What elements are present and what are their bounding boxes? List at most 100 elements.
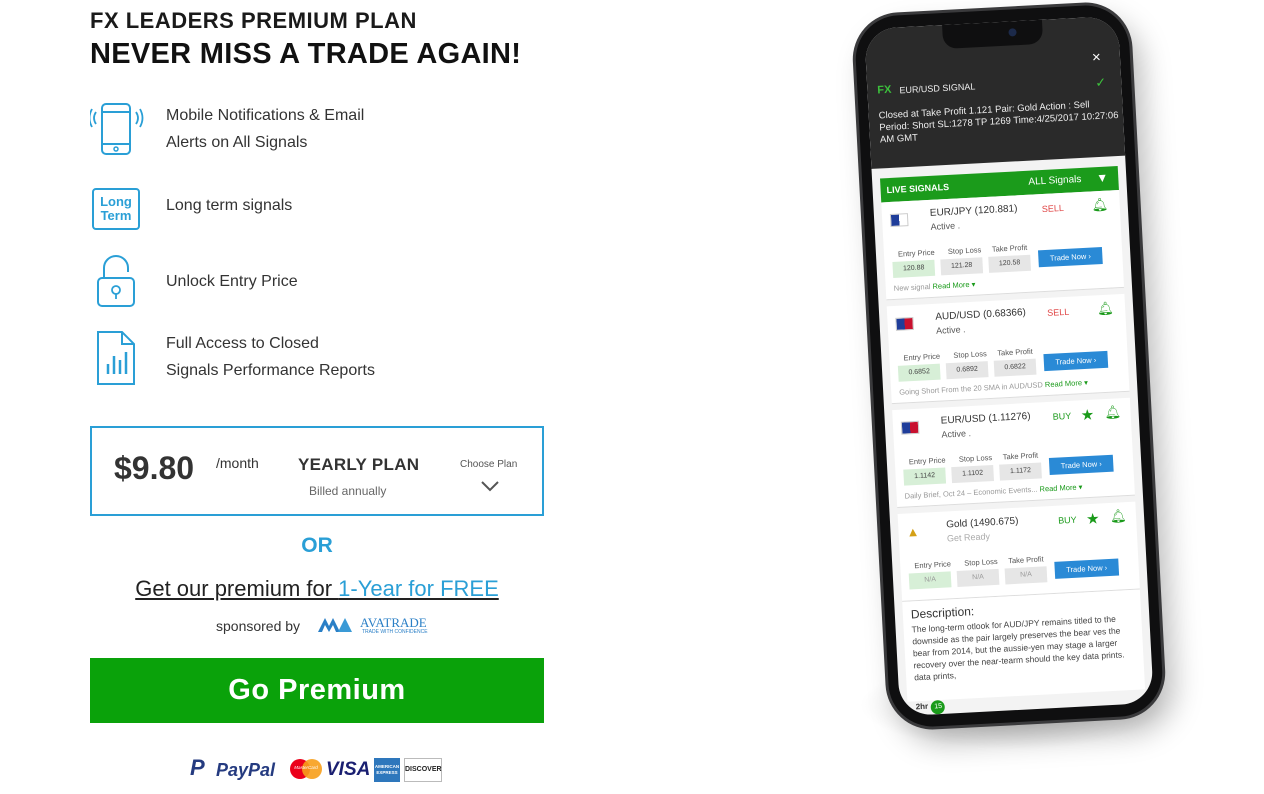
signal-pair: AUD/USD (0.68366) xyxy=(935,307,1027,323)
filter-icon[interactable]: ▼ xyxy=(1096,171,1109,186)
take-value: 120.58 xyxy=(988,254,1032,273)
take-value: N/A xyxy=(1004,566,1048,585)
mastercard-logo: MasterCard xyxy=(290,759,322,779)
feature-line: Full Access to Closed xyxy=(166,335,319,352)
long-term-icon-text: Long xyxy=(100,194,132,209)
entry-value: N/A xyxy=(908,571,952,590)
stop-value: 1.1102 xyxy=(951,464,994,484)
signal-status: Active . xyxy=(935,324,966,336)
price-period: /month xyxy=(216,455,259,471)
entry-value: 1.1142 xyxy=(903,467,947,486)
discover-logo: DISCOVER xyxy=(404,758,442,782)
signal-card[interactable]: EUR/JPY (120.881) Active . SELL 🔔︎ Entry… xyxy=(881,190,1125,301)
trade-now-button[interactable]: Trade Now › xyxy=(1043,350,1109,372)
signal-note: New signal Read More ▾ xyxy=(893,279,976,293)
unlock-icon xyxy=(97,255,135,307)
feature-unlock-entry: Unlock Entry Price xyxy=(90,254,510,314)
amex-logo: AMERICAN EXPRESS xyxy=(374,758,400,782)
long-term-icon: Long Term xyxy=(92,188,140,230)
paypal-label: PayPal xyxy=(216,760,276,780)
free-highlight: 1-Year for FREE xyxy=(338,576,499,601)
avatrade-logo[interactable]: AVATRADE TRADE WITH CONFIDENCE xyxy=(316,614,428,638)
or-divider: OR xyxy=(301,534,333,557)
gold-icon: ▲ xyxy=(906,523,920,540)
read-more-link[interactable]: Read More ▾ xyxy=(932,280,975,291)
discover-label: DISCOVER xyxy=(405,766,442,773)
free-year-link[interactable]: Get our premium for 1-Year for FREE xyxy=(90,576,544,602)
close-icon[interactable]: × xyxy=(1092,49,1102,66)
entry-value: 120.88 xyxy=(892,259,936,278)
all-signals-link[interactable]: ALL Signals xyxy=(1028,174,1082,188)
plan-name: YEARLY PLAN xyxy=(298,455,420,474)
feature-reports: Full Access to Closed Signals Performanc… xyxy=(90,330,510,390)
entry-label: Entry Price xyxy=(914,559,952,571)
trade-now-button[interactable]: Trade Now › xyxy=(1048,454,1114,476)
bell-icon[interactable]: 🔔︎ xyxy=(1110,508,1127,525)
check-icon: ✓ xyxy=(1094,74,1107,91)
mobile-phone-icon xyxy=(90,103,144,155)
take-label: Take Profit xyxy=(991,242,1028,254)
signal-side: SELL xyxy=(1041,202,1065,215)
fx-logo: FX xyxy=(877,83,892,97)
live-signals-label: LIVE SIGNALS xyxy=(886,181,950,196)
signal-pair: EUR/JPY (120.881) xyxy=(929,203,1018,219)
eurusd-flag-icon xyxy=(900,420,920,435)
star-icon[interactable]: ★ xyxy=(1086,509,1100,528)
bell-icon[interactable]: 🔔︎ xyxy=(1104,404,1121,421)
feature-text: Mobile Notifications & Email Alerts on A… xyxy=(166,102,364,156)
stop-label: Stop Loss xyxy=(953,349,987,360)
signal-description: Description: The long-term otlook for AU… xyxy=(902,589,1146,702)
stop-value: N/A xyxy=(956,568,1000,587)
star-icon[interactable]: ★ xyxy=(1080,406,1094,425)
take-value: 1.1172 xyxy=(999,462,1042,481)
bell-icon[interactable]: 🔔︎ xyxy=(1091,197,1108,214)
read-more-link[interactable]: Read More ▾ xyxy=(1039,482,1082,493)
signal-message: Closed at Take Profit 1.121 Pair: Gold A… xyxy=(878,99,1119,146)
signal-card[interactable]: EUR/USD (1.11276) Active . BUY ★ 🔔︎ Entr… xyxy=(892,397,1135,509)
choose-plan-label[interactable]: Choose Plan xyxy=(460,459,517,470)
take-value: 0.6822 xyxy=(993,358,1037,377)
feature-text: Unlock Entry Price xyxy=(166,273,298,290)
signal-note: Daily Brief, Oct 24 – Economic Events...… xyxy=(904,482,1083,501)
stop-value: 121.28 xyxy=(940,257,984,276)
sponsored-by-label: sponsored by xyxy=(216,618,301,634)
camera-icon xyxy=(1008,28,1017,37)
read-more-link[interactable]: Read More ▾ xyxy=(1045,378,1088,389)
signal-side: BUY xyxy=(1052,410,1072,422)
signal-card[interactable]: ▲ Gold (1490.675) Get Ready BUY ★ 🔔︎ Ent… xyxy=(897,501,1140,602)
take-label: Take Profit xyxy=(1002,450,1039,462)
feature-line: Signals Performance Reports xyxy=(166,362,375,379)
description-body: The long-term otlook for AUD/JPY remains… xyxy=(911,613,1125,683)
phone-frame: FX EUR/USD SIGNAL × ✓ Closed at Take Pro… xyxy=(853,3,1165,729)
phone-screen: FX EUR/USD SIGNAL × ✓ Closed at Take Pro… xyxy=(864,15,1154,717)
premium-plan-panel: FX LEADERS PREMIUM PLAN NEVER MISS A TRA… xyxy=(90,0,550,794)
bell-icon[interactable]: 🔔︎ xyxy=(1097,300,1114,317)
eurjpy-flag-icon xyxy=(889,213,909,228)
time-label: 2hr xyxy=(915,701,929,712)
entry-label: Entry Price xyxy=(903,351,941,363)
visa-logo: VISA xyxy=(326,759,371,780)
audusd-flag-icon xyxy=(895,316,914,331)
trade-now-button[interactable]: Trade Now › xyxy=(1037,246,1103,268)
feature-line: Alerts on All Signals xyxy=(166,134,308,151)
take-label: Take Profit xyxy=(997,346,1033,358)
signal-side: SELL xyxy=(1047,306,1070,318)
comment-count-badge: 15 xyxy=(930,699,946,715)
long-term-icon-text: Term xyxy=(100,208,132,223)
go-premium-button[interactable]: Go Premium xyxy=(90,658,544,723)
plan-selector[interactable]: $9.80 /month YEARLY PLAN Billed annually… xyxy=(90,426,544,516)
paypal-icon: P xyxy=(190,755,205,780)
feature-mobile-notifications: Mobile Notifications & Email Alerts on A… xyxy=(90,102,510,162)
trade-now-button[interactable]: Trade Now › xyxy=(1054,558,1120,579)
plan-title: FX LEADERS PREMIUM PLAN xyxy=(90,8,417,33)
signal-pair: Gold (1490.675) xyxy=(945,515,1019,531)
phone-mockup: FX EUR/USD SIGNAL × ✓ Closed at Take Pro… xyxy=(840,0,1180,760)
chevron-down-icon[interactable] xyxy=(480,478,500,494)
stop-label: Stop Loss xyxy=(958,453,993,464)
feature-long-term: Long Term Long term signals xyxy=(90,186,510,246)
signal-side: BUY xyxy=(1057,514,1077,526)
signal-card[interactable]: AUD/USD (0.68366) Active . SELL 🔔︎ Entry… xyxy=(886,293,1130,405)
signal-status: Get Ready xyxy=(946,531,991,544)
take-label: Take Profit xyxy=(1007,554,1044,566)
feature-text: Full Access to Closed Signals Performanc… xyxy=(166,330,375,384)
